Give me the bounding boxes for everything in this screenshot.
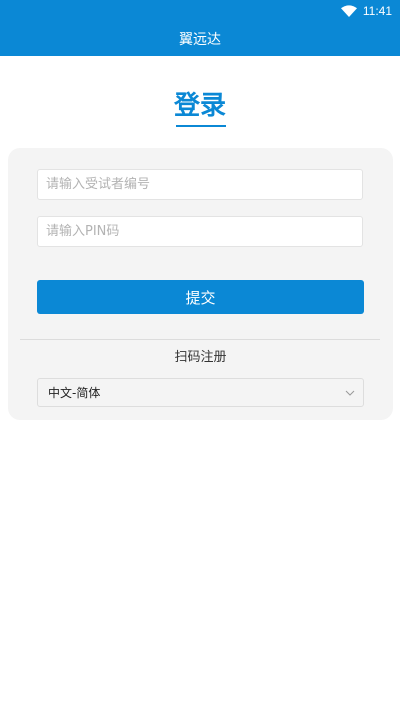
status-time: 11:41 — [362, 4, 392, 18]
submit-button[interactable]: 提交 — [37, 280, 364, 314]
language-selected-value: 中文-简体 — [48, 386, 101, 400]
divider — [20, 339, 380, 340]
page-title: 登录 — [173, 91, 226, 121]
subject-id-input[interactable] — [37, 169, 363, 200]
status-indicators: 11:41 — [340, 3, 392, 19]
wifi-icon — [340, 5, 357, 17]
login-card: 提交 扫码注册 中文-简体 — [8, 148, 393, 420]
app-bar: 翼远达 — [0, 22, 400, 56]
chevron-down-icon — [345, 390, 355, 396]
status-bar: 11:41 — [0, 0, 400, 22]
app-title: 翼远达 — [179, 32, 221, 48]
scan-register-link[interactable]: 扫码注册 — [8, 348, 393, 368]
title-underline — [176, 125, 226, 127]
language-select[interactable]: 中文-简体 — [37, 378, 364, 407]
pin-input[interactable] — [37, 216, 363, 247]
